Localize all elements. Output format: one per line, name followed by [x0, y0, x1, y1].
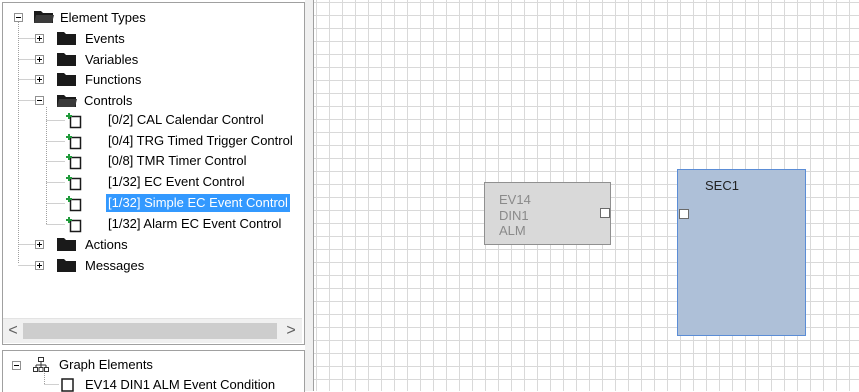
hierarchy-icon	[33, 357, 49, 372]
folder-icon	[57, 53, 76, 66]
tree-label-trg-timed-trigger-control[interactable]: [0/4] TRG Timed Trigger Control	[106, 132, 295, 150]
folder-icon	[57, 259, 76, 272]
element-types-tree[interactable]: Element Types Events Variables Functions	[2, 2, 305, 345]
tree-label-graph-elements[interactable]: Graph Elements	[57, 356, 155, 374]
tree-label-event-condition[interactable]: EV14 DIN1 ALM Event Condition	[83, 376, 277, 392]
tree-label-tmr-timer-control[interactable]: [0/8] TMR Timer Control	[106, 152, 248, 170]
control-item-icon	[66, 134, 82, 150]
scroll-right-arrow-icon[interactable]: >	[283, 321, 299, 341]
expand-icon[interactable]	[35, 34, 44, 43]
collapse-icon[interactable]	[35, 96, 44, 105]
input-port[interactable]	[679, 209, 689, 219]
expand-icon[interactable]	[35, 55, 44, 64]
expand-icon[interactable]	[35, 261, 44, 270]
node-title-sec1: SEC1	[705, 178, 739, 193]
control-item-icon	[66, 154, 82, 170]
tree-label-actions[interactable]: Actions	[83, 236, 130, 254]
node-line-ev14: EV14	[499, 192, 531, 207]
horizontal-scrollbar[interactable]: < >	[3, 318, 302, 343]
tree-label-element-types[interactable]: Element Types	[58, 9, 148, 27]
folder-icon	[57, 238, 76, 251]
tree-label-alarm-ec-event-control[interactable]: [1/32] Alarm EC Event Control	[106, 215, 283, 233]
expand-icon[interactable]	[35, 75, 44, 84]
tree-label-functions[interactable]: Functions	[83, 71, 143, 89]
control-item-icon	[66, 217, 82, 233]
event-condition-node[interactable]: EV14 DIN1 ALM	[484, 182, 611, 245]
pane-splitter[interactable]	[305, 0, 313, 391]
tree-label-ec-event-control[interactable]: [1/32] EC Event Control	[106, 173, 247, 191]
scroll-left-arrow-icon[interactable]: <	[5, 321, 21, 341]
node-line-din1: DIN1	[499, 208, 529, 223]
tree-label-cal-calendar-control[interactable]: [0/2] CAL Calendar Control	[106, 111, 266, 129]
scrollbar-thumb[interactable]	[23, 323, 277, 339]
tree-label-controls[interactable]: Controls	[82, 92, 134, 110]
event-condition-icon	[61, 378, 74, 392]
tree-label-messages[interactable]: Messages	[83, 257, 146, 275]
tree-label-events[interactable]: Events	[83, 30, 127, 48]
folder-icon	[57, 32, 76, 45]
folder-open-icon	[57, 95, 77, 107]
collapse-icon[interactable]	[12, 361, 21, 370]
control-item-icon	[66, 113, 82, 129]
graph-elements-tree[interactable]: Graph Elements EV14 DIN1 ALM Event Condi…	[2, 350, 305, 392]
control-item-icon	[66, 196, 82, 212]
folder-open-icon	[34, 11, 54, 23]
tree-label-simple-ec-event-control[interactable]: [1/32] Simple EC Event Control	[106, 194, 290, 212]
output-port[interactable]	[600, 208, 610, 218]
tree-label-variables[interactable]: Variables	[83, 51, 140, 69]
expand-icon[interactable]	[35, 240, 44, 249]
left-pane: Element Types Events Variables Functions	[0, 0, 305, 392]
folder-icon	[57, 73, 76, 86]
node-line-alm: ALM	[499, 223, 526, 238]
graph-canvas[interactable]: EV14 DIN1 ALM SEC1	[313, 0, 859, 391]
control-item-icon	[66, 175, 82, 191]
collapse-icon[interactable]	[14, 13, 23, 22]
sec-control-node[interactable]: SEC1	[677, 169, 806, 336]
